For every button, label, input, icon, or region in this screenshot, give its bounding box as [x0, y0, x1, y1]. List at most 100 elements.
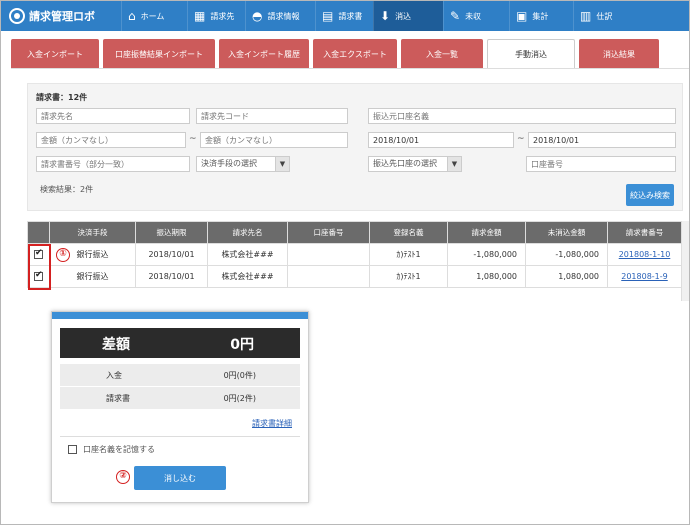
difference-value: 0円: [230, 337, 254, 353]
deposit-label: 入金: [106, 371, 122, 380]
nav-item-label: 消込: [395, 11, 412, 21]
nav-item-label: 仕訳: [596, 11, 613, 21]
info-icon: ◓: [252, 9, 263, 23]
filter-search-button[interactable]: 絞込み検索: [626, 184, 674, 206]
cell-holder: ｶ)ﾃｽﾄ1: [369, 243, 448, 266]
range-tilde: ~: [517, 134, 525, 144]
invoice-count: 請求書：12件: [36, 93, 88, 102]
cell-due: 2018/10/01: [135, 265, 208, 288]
top-nav: 請求管理ロボ ⌂ ホーム ▦ 請求先 ◓ 請求情報 ▤ 請求書 ⬇ 消込 ✎ 未収 ▣ 集計 ▥ 仕訳: [1, 1, 689, 31]
invoice-row: 請求書 0円(2件): [60, 387, 300, 409]
column-header: 口座番号: [287, 221, 370, 244]
tab-bar: 入金インポート 口座振替結果インポート 入金インポート履歴 入金エクスポート 入金一覧手…: [11, 39, 663, 69]
nav-item-1[interactable]: ▦ 請求先: [187, 1, 245, 31]
invoice-value: 0円(2件): [223, 394, 256, 403]
invoice-number-link[interactable]: 201808-1-10: [607, 243, 682, 266]
tab-2[interactable]: 入金インポート履歴: [219, 39, 309, 69]
search-result-count: 検索結果：2件: [40, 185, 94, 194]
nav-item-label: 請求先: [210, 11, 235, 21]
document-icon: ▤: [322, 9, 334, 23]
cell-unapplied: -1,080,000: [525, 243, 608, 266]
amount-from-input[interactable]: [36, 132, 186, 148]
column-header: 決済手段: [49, 221, 136, 244]
difference-bar: 差額 0円: [60, 328, 300, 358]
nav-item-0[interactable]: ⌂ ホーム: [121, 1, 187, 31]
download-icon: ⬇: [380, 9, 391, 23]
nav-item-2[interactable]: ◓ 請求情報: [245, 1, 315, 31]
column-header: 請求先名: [207, 221, 288, 244]
table-scrollbar[interactable]: [681, 221, 689, 301]
column-header: 請求金額: [447, 221, 526, 244]
invoice-number-input[interactable]: [36, 156, 190, 172]
table-row[interactable]: 銀行振込2018/10/01株式会社###ｶ)ﾃｽﾄ11,080,0001,08…: [27, 265, 682, 288]
tab-1[interactable]: 口座振替結果インポート: [103, 39, 215, 69]
nav-item-6[interactable]: ▣ 集計: [509, 1, 573, 31]
remember-account-checkbox[interactable]: [68, 445, 77, 454]
column-header: 振込期限: [135, 221, 208, 244]
column-header: 未消込金額: [525, 221, 608, 244]
column-header: 登録名義: [369, 221, 448, 244]
date-to-input[interactable]: [528, 132, 676, 148]
transfer-name-input[interactable]: [368, 108, 676, 124]
nav-item-label: ホーム: [140, 11, 165, 21]
payment-method-label: 決済手段の選択: [201, 159, 257, 168]
nav-item-7[interactable]: ▥ 仕訳: [573, 1, 633, 31]
journal-icon: ▥: [580, 9, 592, 23]
tab-3[interactable]: 入金エクスポート: [313, 39, 397, 69]
billing-name-input[interactable]: [36, 108, 190, 124]
apply-reconcile-button[interactable]: 消し込む: [134, 466, 226, 490]
cell-unapplied: 1,080,000: [525, 265, 608, 288]
home-icon: ⌂: [128, 9, 136, 23]
tab-4[interactable]: 入金一覧: [401, 39, 483, 69]
nav-item-label: 請求情報: [267, 11, 300, 21]
cell-account: [287, 265, 370, 288]
cell-holder: ｶ)ﾃｽﾄ1: [369, 265, 448, 288]
tab-divider: [11, 68, 689, 69]
invoice-number-link[interactable]: 201808-1-9: [607, 265, 682, 288]
select-column-header: [27, 221, 50, 244]
billing-code-input[interactable]: [196, 108, 348, 124]
table-header-row: 決済手段 振込期限 請求先名 口座番号 登録名義 請求金額 未消込金額 請求書番…: [27, 221, 682, 244]
cell-account: [287, 243, 370, 266]
dropdown-arrow-icon: ▼: [275, 157, 289, 171]
nav-item-label: 集計: [532, 11, 549, 21]
nav-item-3[interactable]: ▤ 請求書: [315, 1, 373, 31]
remember-account-label: 口座名義を記憶する: [83, 445, 155, 454]
account-number-input[interactable]: [526, 156, 676, 172]
invoice-detail-link[interactable]: 請求書詳細: [252, 418, 292, 429]
deposit-account-label: 振込先口座の選択: [373, 159, 437, 168]
reconcile-summary-popup: 差額 0円 入金 0円(0件) 請求書 0円(2件) 請求書詳細 口座名義を記憶…: [51, 311, 309, 503]
dropdown-arrow-icon: ▼: [447, 157, 461, 171]
difference-label: 差額: [102, 337, 130, 353]
amount-to-input[interactable]: [200, 132, 348, 148]
invoice-table: 決済手段 振込期限 請求先名 口座番号 登録名義 請求金額 未消込金額 請求書番…: [27, 221, 682, 288]
deposit-account-select[interactable]: 振込先口座の選択 ▼: [368, 156, 462, 172]
checkbox-highlight: [28, 244, 51, 290]
cell-amount: 1,080,000: [447, 265, 526, 288]
calculator-icon: ▣: [516, 9, 528, 23]
nav-item-5[interactable]: ✎ 未収: [443, 1, 509, 31]
deposit-value: 0円(0件): [223, 371, 256, 380]
cell-due: 2018/10/01: [135, 243, 208, 266]
popup-divider: [60, 436, 300, 437]
payment-method-select[interactable]: 決済手段の選択 ▼: [196, 156, 290, 172]
invoice-label: 請求書: [106, 394, 130, 403]
cell-client: 株式会社###: [207, 265, 288, 288]
nav-item-4[interactable]: ⬇ 消込: [373, 1, 443, 31]
tab-6[interactable]: 消込結果: [579, 39, 659, 69]
deposit-row: 入金 0円(0件): [60, 364, 300, 386]
tab-0[interactable]: 入金インポート: [11, 39, 99, 69]
tab-5[interactable]: 手動消込: [487, 39, 575, 69]
nav-item-label: 未収: [465, 11, 482, 21]
remember-account-option[interactable]: 口座名義を記憶する: [68, 444, 155, 455]
edit-icon: ✎: [450, 9, 461, 23]
date-from-input[interactable]: [368, 132, 514, 148]
cell-amount: -1,080,000: [447, 243, 526, 266]
logo-icon: [9, 8, 25, 24]
range-tilde: ~: [189, 134, 197, 144]
building-icon: ▦: [194, 9, 206, 23]
brand[interactable]: 請求管理ロボ: [1, 1, 121, 31]
table-row[interactable]: 銀行振込2018/10/01株式会社###ｶ)ﾃｽﾄ1-1,080,000-1,…: [27, 243, 682, 266]
cell-method: 銀行振込: [49, 265, 136, 288]
popup-header-bar: [52, 312, 308, 319]
